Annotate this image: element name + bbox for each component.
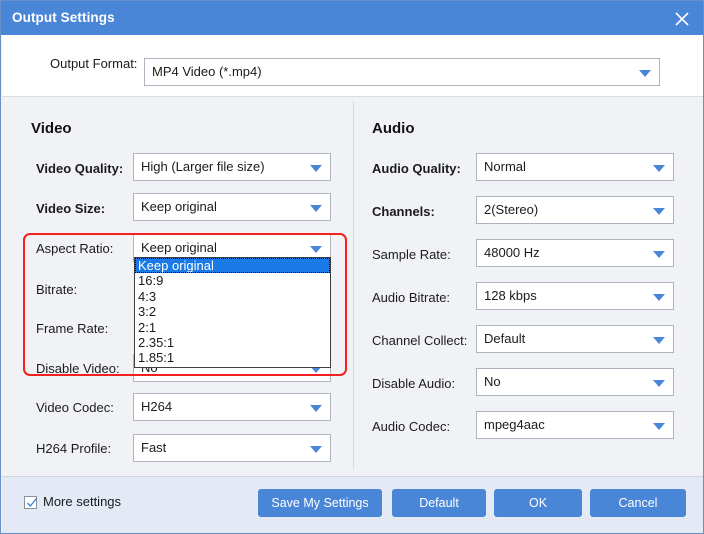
audio-quality-select[interactable]: Normal	[476, 153, 674, 181]
audio-bitrate-value: 128 kbps	[484, 288, 537, 303]
close-icon	[675, 12, 689, 26]
label-disable-video: Disable Video:	[36, 361, 120, 376]
aspect-ratio-option[interactable]: 1.85:1	[135, 350, 330, 365]
save-my-settings-button[interactable]: Save My Settings	[258, 489, 382, 517]
channel-collect-value: Default	[484, 331, 526, 346]
label-video-size: Video Size:	[36, 201, 106, 216]
output-settings-dialog: Output Settings Output Format: MP4 Video…	[0, 0, 704, 534]
chevron-down-icon	[310, 165, 322, 172]
aspect-ratio-option[interactable]: 2.35:1	[135, 335, 330, 350]
channels-value: 2(Stereo)	[484, 202, 539, 217]
chevron-down-icon	[639, 70, 651, 77]
label-h264-profile: H264 Profile:	[36, 441, 112, 456]
more-settings-label[interactable]: More settings	[43, 494, 121, 509]
label-aspect-ratio: Aspect Ratio:	[36, 241, 114, 256]
aspect-ratio-option[interactable]: 16:9	[135, 273, 330, 288]
h264-profile-select[interactable]: Fast	[133, 434, 331, 462]
aspect-ratio-value: Keep original	[141, 240, 217, 255]
chevron-down-icon	[310, 246, 322, 253]
audio-bitrate-select[interactable]: 128 kbps	[476, 282, 674, 310]
label-audio-codec: Audio Codec:	[372, 419, 451, 434]
chevron-down-icon	[653, 251, 665, 258]
label-channel-collect: Channel Collect:	[372, 333, 468, 348]
video-size-value: Keep original	[141, 199, 217, 214]
ok-button[interactable]: OK	[494, 489, 582, 517]
video-quality-select[interactable]: High (Larger file size)	[133, 153, 331, 181]
sample-rate-value: 48000 Hz	[484, 245, 540, 260]
chevron-down-icon	[653, 380, 665, 387]
channel-collect-select[interactable]: Default	[476, 325, 674, 353]
disable-audio-select[interactable]: No	[476, 368, 674, 396]
chevron-down-icon	[653, 337, 665, 344]
audio-section-title: Audio	[372, 120, 415, 137]
video-codec-value: H264	[141, 399, 173, 414]
label-video-codec: Video Codec:	[36, 400, 114, 415]
label-audio-quality: Audio Quality:	[372, 161, 461, 176]
chevron-down-icon	[310, 205, 322, 212]
chevron-down-icon	[653, 208, 665, 215]
sample-rate-select[interactable]: 48000 Hz	[476, 239, 674, 267]
disable-audio-value: No	[484, 374, 501, 389]
video-quality-value: High (Larger file size)	[141, 159, 265, 174]
label-frame-rate: Frame Rate:	[36, 321, 109, 336]
label-audio-bitrate: Audio Bitrate:	[372, 290, 451, 305]
aspect-ratio-option[interactable]: 3:2	[135, 304, 330, 319]
check-icon	[27, 498, 38, 507]
close-button[interactable]	[665, 5, 699, 32]
dialog-title: Output Settings	[12, 10, 115, 25]
default-button[interactable]: Default	[392, 489, 486, 517]
aspect-ratio-option[interactable]: 4:3	[135, 289, 330, 304]
column-divider	[353, 101, 354, 469]
aspect-ratio-dropdown-list[interactable]: Keep original 16:9 4:3 3:2 2:1 2.35:1 1.85:1	[134, 257, 331, 368]
label-disable-audio: Disable Audio:	[372, 376, 456, 391]
audio-codec-value: mpeg4aac	[484, 417, 545, 432]
title-bar: Output Settings	[1, 1, 703, 35]
h264-profile-value: Fast	[141, 440, 167, 455]
audio-quality-value: Normal	[484, 159, 526, 174]
cancel-button[interactable]: Cancel	[590, 489, 686, 517]
chevron-down-icon	[310, 405, 322, 412]
chevron-down-icon	[310, 446, 322, 453]
output-format-select[interactable]: MP4 Video (*.mp4)	[144, 58, 660, 86]
label-video-quality: Video Quality:	[36, 161, 124, 176]
aspect-ratio-option[interactable]: 2:1	[135, 320, 330, 335]
chevron-down-icon	[653, 423, 665, 430]
chevron-down-icon	[653, 294, 665, 301]
video-size-select[interactable]: Keep original	[133, 193, 331, 221]
video-codec-select[interactable]: H264	[133, 393, 331, 421]
channels-select[interactable]: 2(Stereo)	[476, 196, 674, 224]
aspect-ratio-option[interactable]: Keep original	[135, 258, 330, 274]
audio-codec-select[interactable]: mpeg4aac	[476, 411, 674, 439]
video-section-title: Video	[31, 120, 72, 137]
label-bitrate: Bitrate:	[36, 282, 78, 297]
output-format-label: Output Format:	[50, 56, 138, 71]
label-channels: Channels:	[372, 204, 435, 219]
label-sample-rate: Sample Rate:	[372, 247, 451, 262]
output-format-value: MP4 Video (*.mp4)	[152, 64, 262, 79]
chevron-down-icon	[653, 165, 665, 172]
more-settings-checkbox[interactable]	[24, 496, 38, 509]
